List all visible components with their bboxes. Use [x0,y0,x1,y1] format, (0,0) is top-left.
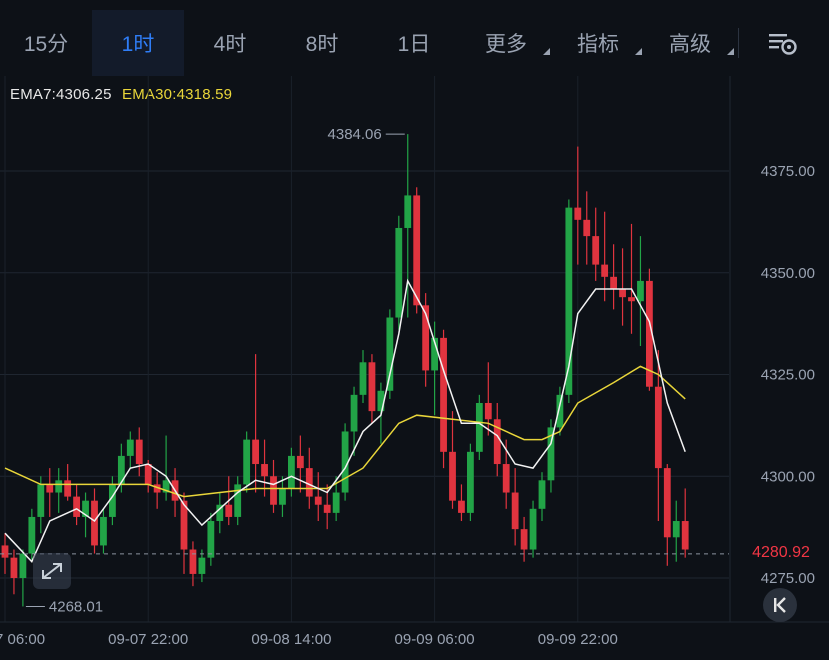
candle-body [619,289,626,298]
candle-body [413,195,421,306]
expand-chart-button[interactable] [33,553,71,589]
candle-body [601,264,609,277]
candle-body [654,386,662,469]
candle-body [368,362,376,412]
candle-body [502,464,510,493]
current-price-label: 4280.92 [733,541,829,565]
candle-body [189,549,197,574]
x-tick-label: 09-09 22:00 [538,631,618,648]
candle-body [10,557,18,578]
candle-body [126,439,134,456]
y-tick-label: 4375.00 [761,163,815,180]
candle-body [252,439,259,465]
candle-body [117,455,125,485]
candle-body [386,317,394,391]
candle-body [19,553,27,578]
candle-body [270,476,277,505]
candle-body [520,529,528,550]
candle-body [672,521,680,538]
candle-body [538,480,546,509]
candle-body [681,521,689,550]
x-tick-label: 09-07 06:00 [0,631,45,648]
candle-body [100,516,107,546]
candle-body [207,521,215,558]
x-tick-label: 09-08 14:00 [251,631,331,648]
y-tick-label: 4350.00 [761,265,815,282]
candle-body [628,297,635,302]
candle-body [359,362,367,395]
candle-body [458,500,465,513]
candle-body [243,439,251,485]
candle-body [610,276,617,290]
candle-body [332,492,340,513]
candle-body [279,488,286,505]
candlestick-chart: 4375.00 4350.00 4325.00 4300.00 4275.00 09-07… [0,76,829,648]
candle-body [556,394,564,428]
high-price-label: 4384.06 [328,126,382,143]
candle-body [323,504,331,513]
candle-body [46,484,54,493]
candle-body [296,455,304,469]
x-tick-label: 09-09 06:00 [395,631,475,648]
y-tick-label: 4300.00 [761,468,815,485]
candle-body [484,402,492,420]
candle-body [37,484,45,517]
candle-body [395,227,403,318]
candle-body [73,496,80,517]
y-tick-label: 4325.00 [761,367,815,384]
candle-body [305,468,313,497]
candle-body [1,545,9,558]
candle-body [144,464,152,485]
candle-body [404,195,412,228]
x-tick-label: 09-07 22:00 [108,631,188,648]
candle-body [55,480,63,493]
y-tick-label: 4275.00 [761,570,815,587]
low-price-label: 4268.01 [49,598,103,615]
candle-body [28,516,36,554]
candle-body [261,464,268,477]
candle-body [350,394,358,432]
candle-body [135,439,143,465]
candle-body [198,557,206,574]
candle-body [574,207,582,220]
candle-body [511,492,519,530]
candle-body [225,504,233,517]
ema7-line [4,278,686,564]
candle-body [583,219,591,237]
candle-body [475,402,483,452]
candle-body [529,508,537,550]
candle-body [467,451,474,513]
scroll-to-latest-button[interactable] [763,588,797,622]
candle-body [663,468,671,538]
expand-icon [42,563,62,579]
candle-body [592,236,600,265]
candle-body [234,484,242,517]
candle-body [91,500,98,546]
candle-body [440,337,447,452]
candle-body [314,496,322,505]
candle-body [64,480,72,497]
candle-body [288,455,295,489]
candle-body [449,451,456,501]
scroll-to-latest-icon [774,597,786,613]
candle-body [637,280,644,302]
